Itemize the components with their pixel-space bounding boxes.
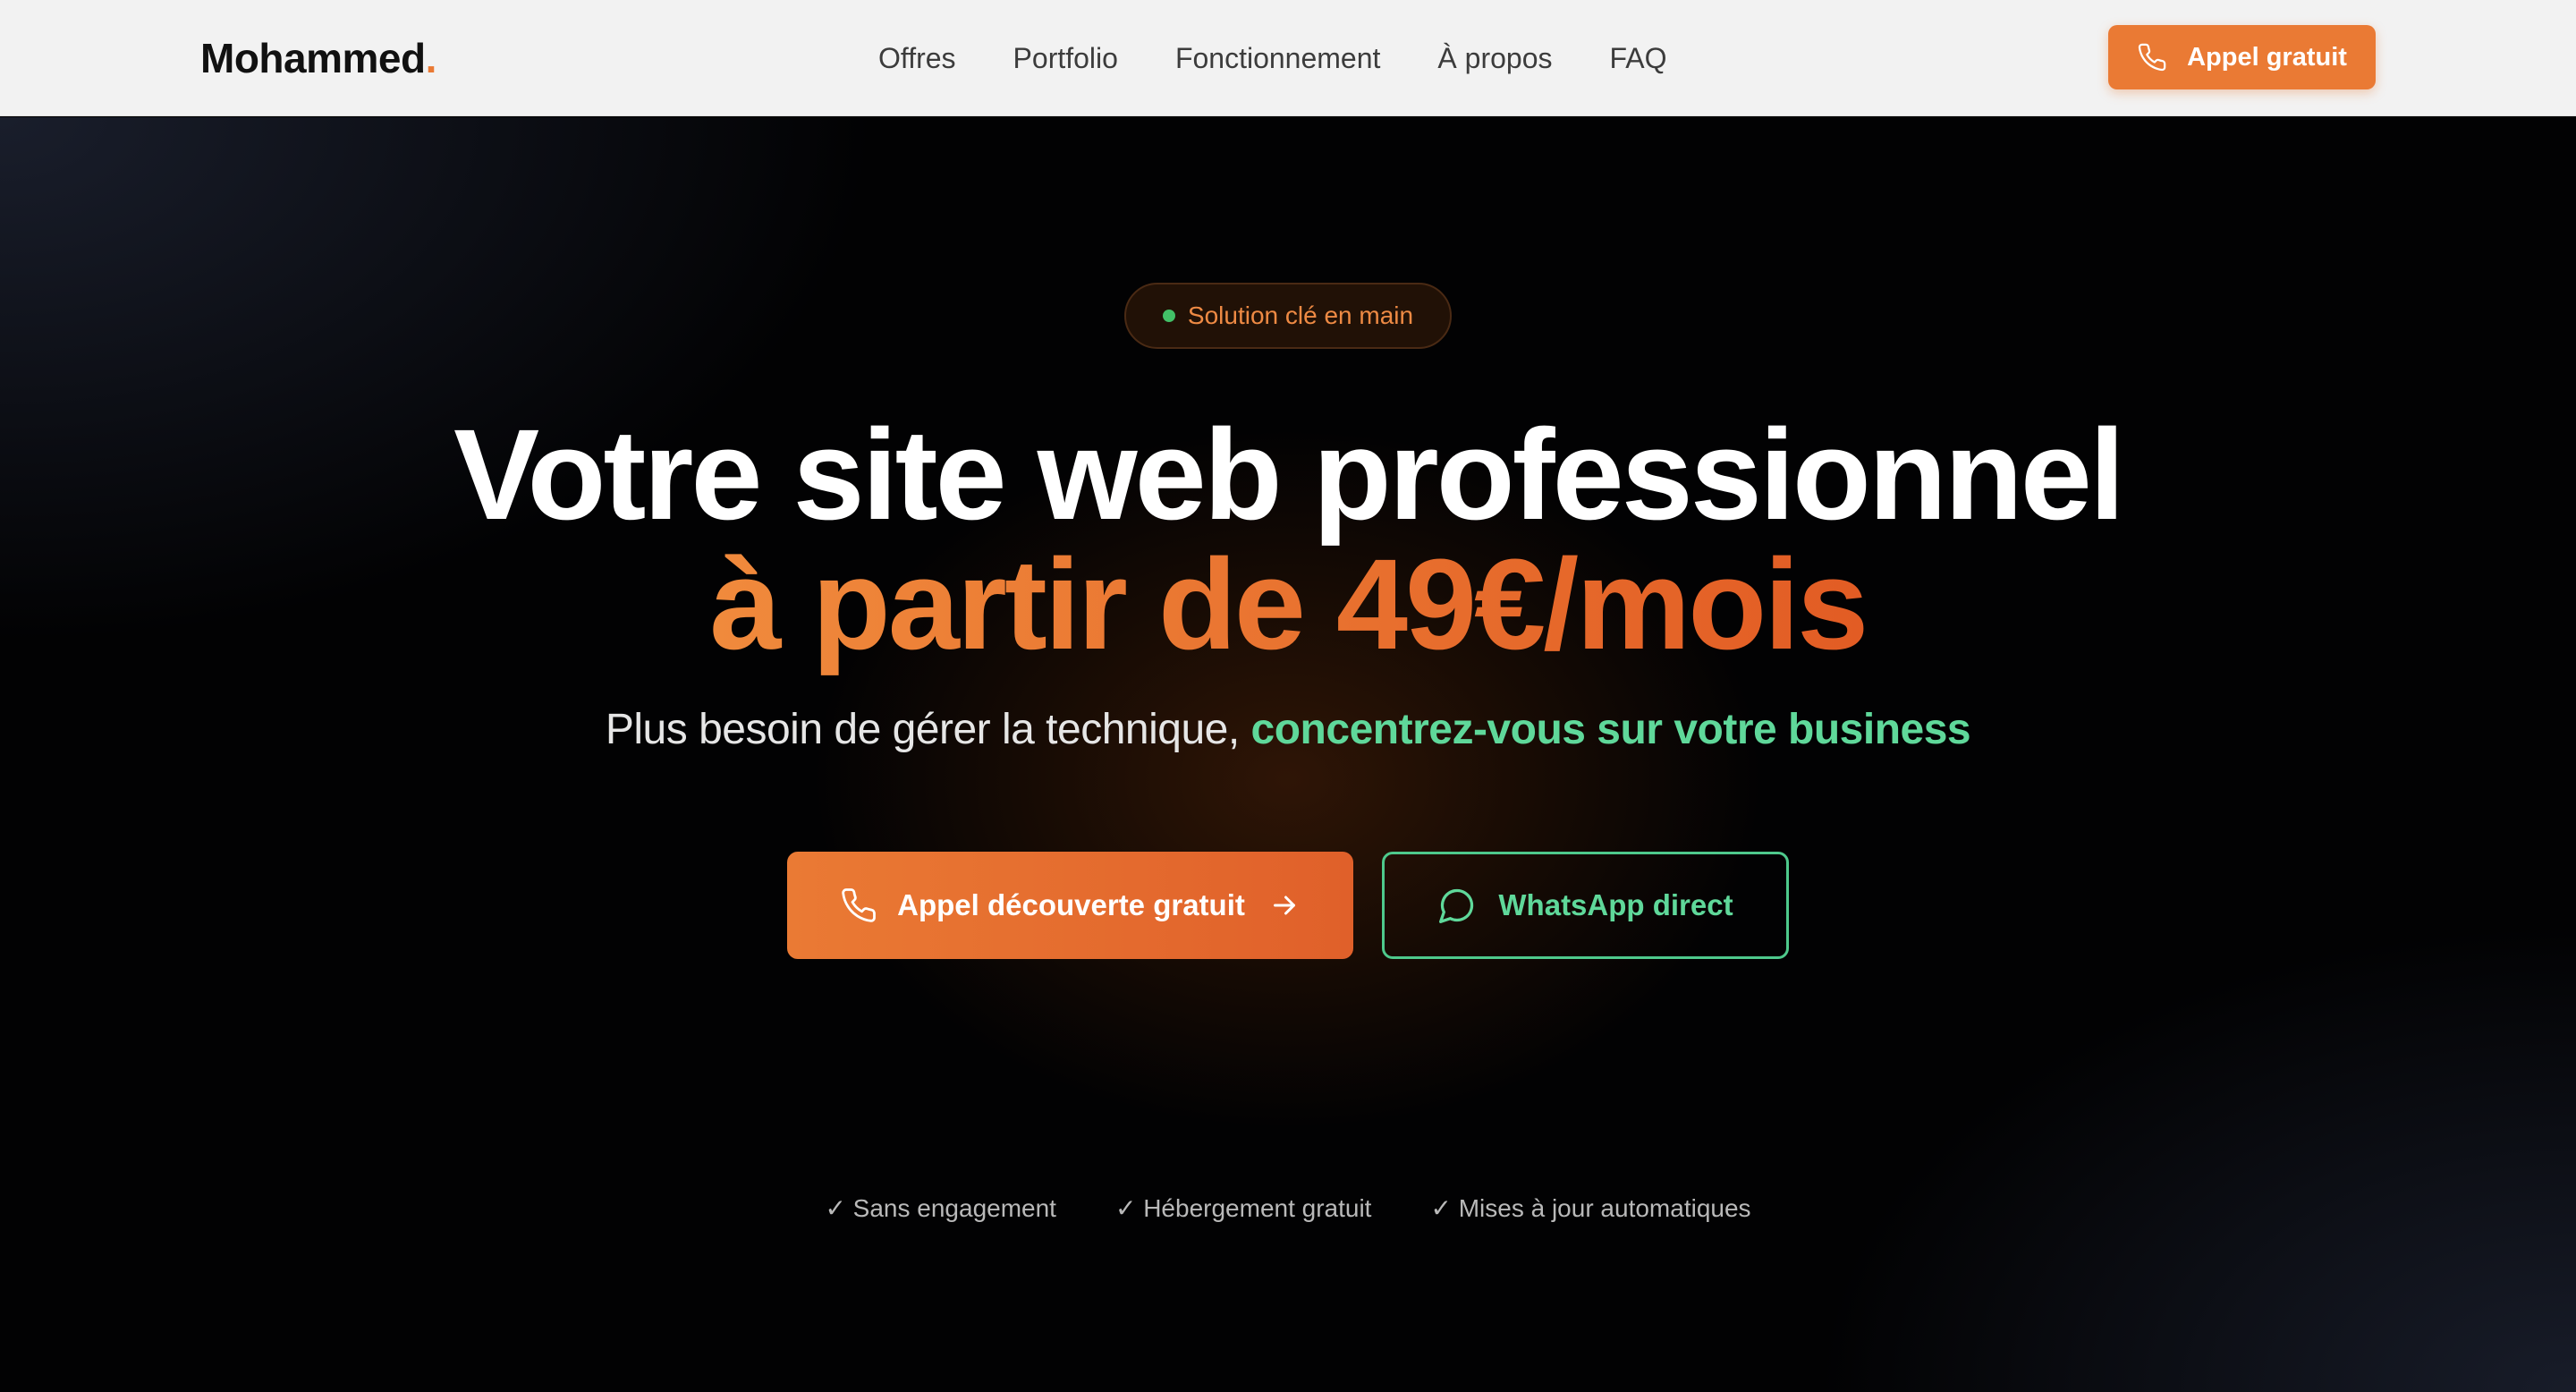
hero-section: Solution clé en main Votre site web prof… — [0, 117, 2576, 1392]
nav-link-faq[interactable]: FAQ — [1609, 32, 1666, 84]
free-call-button[interactable]: Appel gratuit — [2108, 25, 2376, 89]
perks-list: ✓ Sans engagement ✓ Hébergement gratuit … — [0, 1191, 2576, 1226]
hero-title: Votre site web professionnel — [453, 403, 2125, 547]
nav-link-offres[interactable]: Offres — [878, 32, 956, 84]
badge-label: Solution clé en main — [1187, 301, 1414, 329]
logo[interactable]: Mohammed. — [200, 32, 436, 84]
subtitle-plain: Plus besoin de gérer la technique, — [605, 706, 1251, 753]
subtitle-highlight: concentrez-vous sur votre business — [1250, 706, 1971, 753]
logo-text: Mohammed — [200, 35, 426, 81]
perk-auto-updates: ✓ Mises à jour automatiques — [1430, 1194, 1751, 1222]
discovery-call-label: Appel découverte gratuit — [897, 888, 1245, 921]
whatsapp-button[interactable]: WhatsApp direct — [1382, 852, 1789, 959]
arrow-right-icon — [1273, 895, 1295, 915]
status-dot — [1162, 310, 1175, 322]
turnkey-badge: Solution clé en main — [1124, 283, 1452, 349]
nav-link-portfolio[interactable]: Portfolio — [1013, 32, 1118, 84]
perk-free-hosting: ✓ Hébergement gratuit — [1114, 1194, 1372, 1222]
nav-link-a-propos[interactable]: À propos — [1437, 32, 1552, 84]
discovery-call-button[interactable]: Appel découverte gratuit — [787, 852, 1353, 959]
hero-price-line: à partir de 49€/mois — [0, 533, 2576, 676]
free-call-label: Appel gratuit — [2187, 42, 2347, 72]
whatsapp-label: WhatsApp direct — [1498, 888, 1733, 921]
price-text: à partir de 49€/mois — [709, 532, 1869, 676]
phone-icon — [842, 888, 877, 922]
nav-link-fonctionnement[interactable]: Fonctionnement — [1175, 32, 1380, 84]
logo-dot: . — [425, 35, 437, 81]
top-nav-bar: Mohammed. Offres Portfolio Fonctionnemen… — [0, 0, 2576, 116]
hero-subtitle: Plus besoin de gérer la technique, conce… — [0, 703, 2576, 757]
perk-no-commitment: ✓ Sans engagement — [825, 1194, 1056, 1222]
main-nav: Offres Portfolio Fonctionnement À propos… — [878, 32, 1667, 84]
chat-bubble-icon — [1439, 888, 1474, 923]
phone-icon — [2138, 43, 2166, 72]
